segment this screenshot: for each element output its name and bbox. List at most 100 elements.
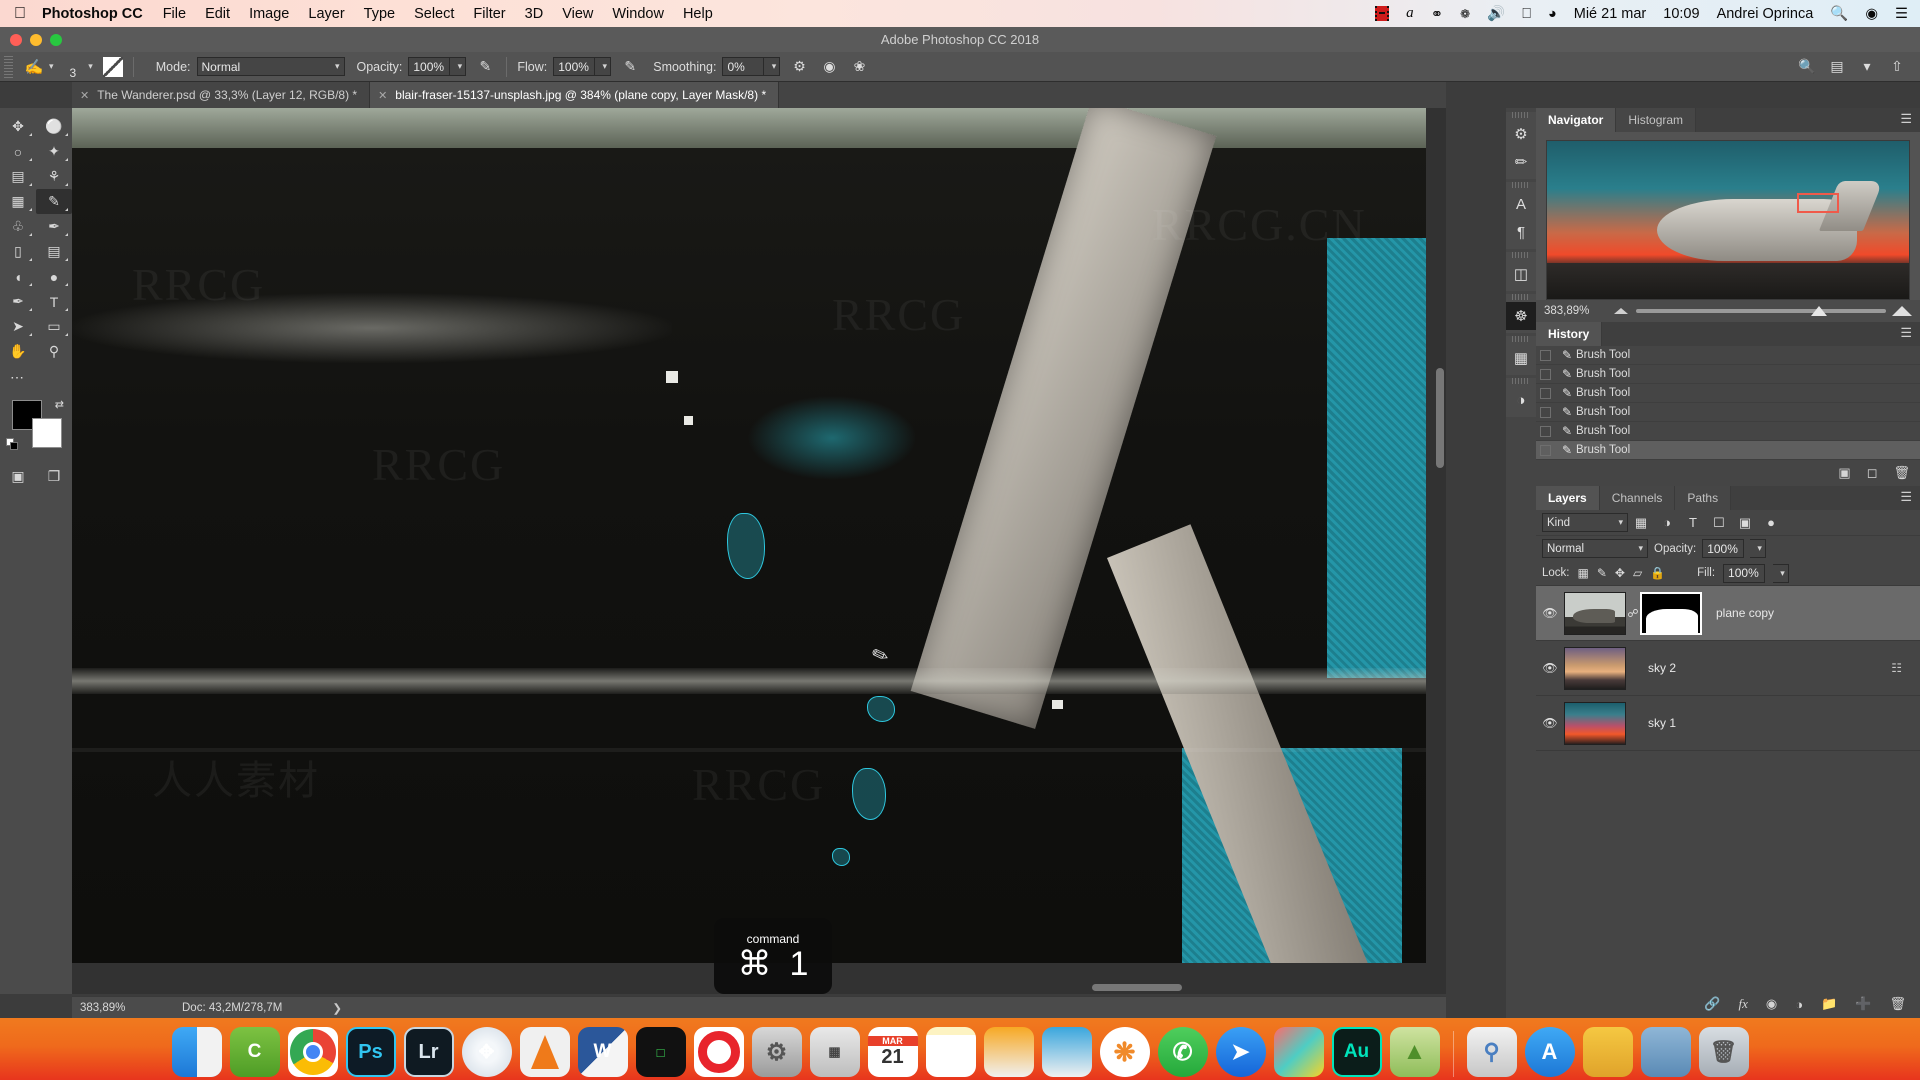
volume-icon[interactable]: 🔊	[1487, 5, 1505, 22]
history-item-selected[interactable]: ✎ Brush Tool	[1536, 441, 1920, 460]
dock-icon-system-preferences[interactable]: ⚙	[751, 1027, 802, 1077]
quick-mask-icon[interactable]: ▣	[0, 464, 36, 488]
history-snapshot-checkbox[interactable]	[1540, 368, 1551, 380]
brush-settings-icon[interactable]: ⚙	[1506, 120, 1536, 148]
opacity-stepper[interactable]: ▾	[450, 57, 467, 76]
adjustment-layer-icon[interactable]: ◑	[1795, 997, 1803, 1012]
blend-mode-select[interactable]: Normal ▾	[196, 57, 345, 76]
panel-menu-icon[interactable]: ☰	[1900, 112, 1912, 125]
more-tools-icon[interactable]: ⋯	[0, 364, 36, 390]
delete-layer-icon[interactable]: 🗑	[1889, 996, 1906, 1012]
layer-blend-mode-select[interactable]: Normal ▾	[1542, 539, 1648, 558]
airplay-icon[interactable]: ⎕	[1522, 6, 1531, 22]
eraser-tool[interactable]: ▯	[0, 239, 36, 264]
tab-navigator[interactable]: Navigator	[1536, 108, 1617, 132]
lock-transparency-icon[interactable]: ▦	[1578, 566, 1589, 580]
filter-image-icon[interactable]: ▦	[1628, 515, 1654, 531]
libraries-icon[interactable]: ▦	[1506, 344, 1536, 372]
gradient-tool[interactable]: ▤	[36, 239, 72, 264]
new-document-icon[interactable]: ◻	[1867, 465, 1878, 481]
layer-filter-kind-select[interactable]: Kind ▾	[1542, 513, 1628, 532]
dock-icon-opera[interactable]	[693, 1027, 744, 1077]
apple-icon[interactable]: 	[14, 5, 26, 22]
menu-3d[interactable]: 3D	[525, 6, 544, 22]
adjustments-icon[interactable]: ☸	[1506, 302, 1536, 330]
character-icon[interactable]: A	[1506, 190, 1536, 218]
eyedropper-tool[interactable]: ⚘	[36, 164, 72, 189]
rectangle-tool[interactable]: ▭	[36, 314, 72, 339]
fx-icon[interactable]: fx	[1739, 996, 1748, 1012]
lock-position-icon[interactable]: ✥	[1615, 566, 1625, 580]
search-icon[interactable]: 🔍	[1830, 5, 1848, 22]
layer-visibility-icon[interactable]: 👁	[1536, 661, 1564, 675]
default-colors-icon[interactable]	[6, 438, 18, 450]
close-icon[interactable]: ✕	[378, 89, 387, 102]
menu-type[interactable]: Type	[364, 6, 395, 22]
creative-cloud-icon[interactable]: ⚭	[1431, 5, 1444, 23]
dodge-tool[interactable]: ●	[36, 264, 72, 289]
filter-shape-icon[interactable]: ☐	[1706, 515, 1732, 531]
layer-thumbnail[interactable]	[1564, 701, 1626, 745]
hand-tool[interactable]: ✋	[0, 339, 36, 364]
menu-bar-user[interactable]: Andrei Oprinca	[1717, 6, 1814, 22]
rail-grip[interactable]	[1512, 112, 1530, 118]
dock-icon-documents-folder[interactable]	[1640, 1027, 1691, 1077]
menu-image[interactable]: Image	[249, 6, 289, 22]
history-snapshot-checkbox[interactable]	[1540, 387, 1551, 399]
tab-channels[interactable]: Channels	[1599, 486, 1676, 510]
brush-tool[interactable]: ✎	[36, 189, 72, 214]
dock-icon-forest[interactable]: ▲	[1389, 1027, 1440, 1077]
layer-mask-thumbnail[interactable]	[1640, 591, 1702, 635]
lock-artboard-icon[interactable]: ▱	[1633, 566, 1642, 580]
move-tool[interactable]: ✥	[0, 114, 36, 139]
panel-menu-icon[interactable]: ☰	[1900, 490, 1912, 503]
options-bar-grip[interactable]	[4, 55, 13, 78]
airbrush-icon[interactable]: ✎	[619, 56, 641, 78]
rail-grip[interactable]	[1512, 378, 1530, 384]
zoom-out-icon[interactable]	[1614, 308, 1628, 314]
history-snapshot-checkbox[interactable]	[1540, 444, 1551, 456]
menu-file[interactable]: File	[163, 6, 186, 22]
dock-icon-audition[interactable]: Au	[1331, 1027, 1382, 1077]
dock-icon-whatsapp[interactable]: ✆	[1157, 1027, 1208, 1077]
lock-all-icon[interactable]: 🔒	[1650, 566, 1665, 580]
menu-edit[interactable]: Edit	[205, 6, 230, 22]
brush-settings-chevron-icon[interactable]: ▾	[88, 61, 93, 72]
opacity-input[interactable]: 100%	[408, 57, 451, 76]
zoom-slider-track[interactable]	[1636, 309, 1886, 313]
smoothing-stepper[interactable]: ▾	[764, 57, 781, 76]
flow-stepper[interactable]: ▾	[595, 57, 612, 76]
status-zoom-value[interactable]: 383,89%	[72, 1002, 158, 1014]
new-layer-icon[interactable]: ➕	[1855, 996, 1871, 1012]
link-layers-icon[interactable]: 🔗	[1704, 996, 1720, 1012]
dock-icon-keynote[interactable]	[1041, 1027, 1092, 1077]
tab-histogram[interactable]: Histogram	[1616, 108, 1697, 132]
navigator-zoom-value[interactable]: 383,89%	[1536, 305, 1606, 317]
document-image[interactable]: RRCG RRCG RRCG 人人素材 RRCG RRCG.CN ✎	[72, 108, 1426, 963]
history-item[interactable]: ✎ Brush Tool	[1536, 365, 1920, 384]
tab-history[interactable]: History	[1536, 322, 1603, 346]
rail-grip[interactable]	[1512, 252, 1530, 258]
zoom-in-icon[interactable]	[1892, 306, 1912, 316]
dock-icon-photoshop[interactable]: Ps	[345, 1027, 396, 1077]
close-icon[interactable]: ✕	[80, 89, 89, 102]
paragraph-icon[interactable]: ¶	[1506, 218, 1536, 246]
screen-mode-icon[interactable]: ❐	[36, 464, 72, 488]
smart-object-icon[interactable]: ☷	[1891, 661, 1902, 675]
smoothing-input[interactable]: 0%	[722, 57, 765, 76]
dock-icon-trash[interactable]: 🗑	[1698, 1027, 1749, 1077]
layer-opacity-input[interactable]: 100%	[1702, 539, 1745, 558]
menu-filter[interactable]: Filter	[473, 6, 505, 22]
menu-window[interactable]: Window	[612, 6, 664, 22]
dock-icon-final-cut-pro[interactable]	[1273, 1027, 1324, 1077]
panel-menu-icon[interactable]: ☰	[1900, 326, 1912, 339]
canvas-area[interactable]: RRCG RRCG RRCG 人人素材 RRCG RRCG.CN ✎	[72, 108, 1446, 994]
menu-view[interactable]: View	[562, 6, 593, 22]
rail-grip[interactable]	[1512, 182, 1530, 188]
layer-name[interactable]: plane copy	[1716, 606, 1774, 620]
navigator-preview[interactable]	[1546, 140, 1910, 300]
dock-icon-cleanmymac[interactable]: C	[229, 1027, 280, 1077]
dock-icon-preview[interactable]: ⚲	[1466, 1027, 1517, 1077]
brush-angle-icon[interactable]: ◉	[818, 56, 840, 78]
history-snapshot-checkbox[interactable]	[1540, 349, 1551, 361]
